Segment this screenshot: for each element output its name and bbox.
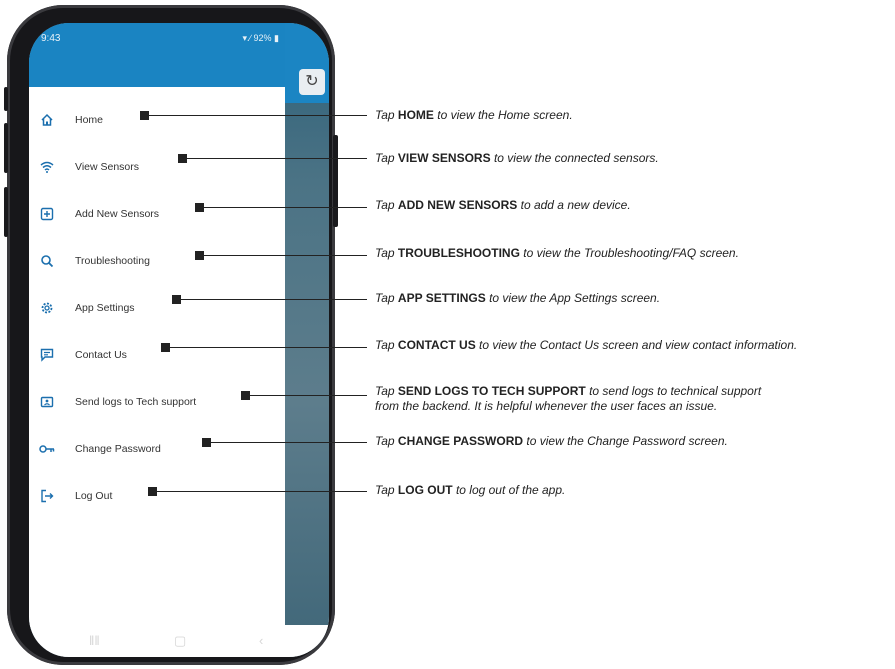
menu-item-app-settings[interactable]: App Settings [39,297,279,319]
status-time: 9:43 [41,33,61,44]
callout-line-send-logs [246,395,367,396]
callout-line-home [145,115,367,116]
navigation-drawer: Home View Sensors Add New Sensors Troubl… [29,87,285,627]
menu-label-send-logs: Send logs to Tech support [75,396,197,408]
menu-label-add-new-sensors: Add New Sensors [75,208,160,220]
menu-item-view-sensors[interactable]: View Sensors [39,156,279,178]
power-button [333,135,338,227]
home-button-icon[interactable]: ▢ [174,633,186,649]
menu-label-change-password: Change Password [75,443,161,455]
gear-icon [39,300,55,316]
menu-label-contact-us: Contact Us [75,349,127,361]
menu-item-home[interactable]: Home [39,109,279,131]
callout-text-contact-us: Tap CONTACT US to view the Contact Us sc… [375,338,798,352]
logout-icon [39,488,55,504]
callout-line-add-new-sensors [200,207,367,208]
chat-icon [39,347,55,363]
callout-text-send-logs: Tap SEND LOGS TO TECH SUPPORT to send lo… [375,384,762,413]
status-bar: 9:43 ▾.∕ 92% ▮ [29,23,285,87]
volume-up-button [4,123,8,173]
refresh-icon[interactable]: ↻ [299,69,325,95]
search-icon [39,253,55,269]
menu-label-view-sensors: View Sensors [75,161,140,173]
back-icon[interactable]: ‹ [259,633,263,648]
callout-line-app-settings [177,299,367,300]
menu-label-app-settings: App Settings [75,302,135,314]
battery-percent: 92% [253,33,272,43]
plus-square-icon [39,206,55,222]
menu-label-troubleshooting: Troubleshooting [75,255,150,267]
callout-line-troubleshooting [200,255,367,256]
wifi-signal-icon: ▾.∕ [242,33,251,43]
menu-item-log-out[interactable]: Log Out [39,485,279,507]
volume-down-button [4,187,8,237]
folder-user-icon [39,394,55,410]
callout-text-change-password: Tap CHANGE PASSWORD to view the Change P… [375,434,728,448]
phone-side-button [4,87,8,111]
callout-text-log-out: Tap LOG OUT to log out of the app. [375,483,566,497]
callout-line-log-out [153,491,367,492]
callout-text-view-sensors: Tap VIEW SENSORS to view the connected s… [375,151,659,165]
callout-line-view-sensors [183,158,367,159]
callout-line-change-password [207,442,367,443]
home-icon [39,112,55,128]
menu-item-troubleshooting[interactable]: Troubleshooting [39,250,279,272]
callout-text-app-settings: Tap APP SETTINGS to view the App Setting… [375,291,661,305]
phone-screen: ↻ 9:43 ▾.∕ 92% ▮ Home View Sensors Add N… [29,23,329,657]
callout-text-add-new-sensors: Tap ADD NEW SENSORS to add a new device. [375,198,631,212]
callout-text-home: Tap HOME to view the Home screen. [375,108,573,122]
battery-icon: ▮ [274,33,279,43]
phone-frame: ↻ 9:43 ▾.∕ 92% ▮ Home View Sensors Add N… [4,5,338,665]
menu-label-log-out: Log Out [75,490,113,502]
menu-label-home: Home [75,114,104,126]
callout-text-troubleshooting: Tap TROUBLESHOOTING to view the Troubles… [375,246,739,260]
callout-line-contact-us [166,347,367,348]
key-icon [39,441,55,457]
status-indicators: ▾.∕ 92% ▮ [242,33,279,44]
recent-apps-icon[interactable]: ‖‖ [89,633,100,648]
android-nav-bar: ‖‖ ▢ ‹ [29,625,329,657]
wifi-icon [39,159,55,175]
